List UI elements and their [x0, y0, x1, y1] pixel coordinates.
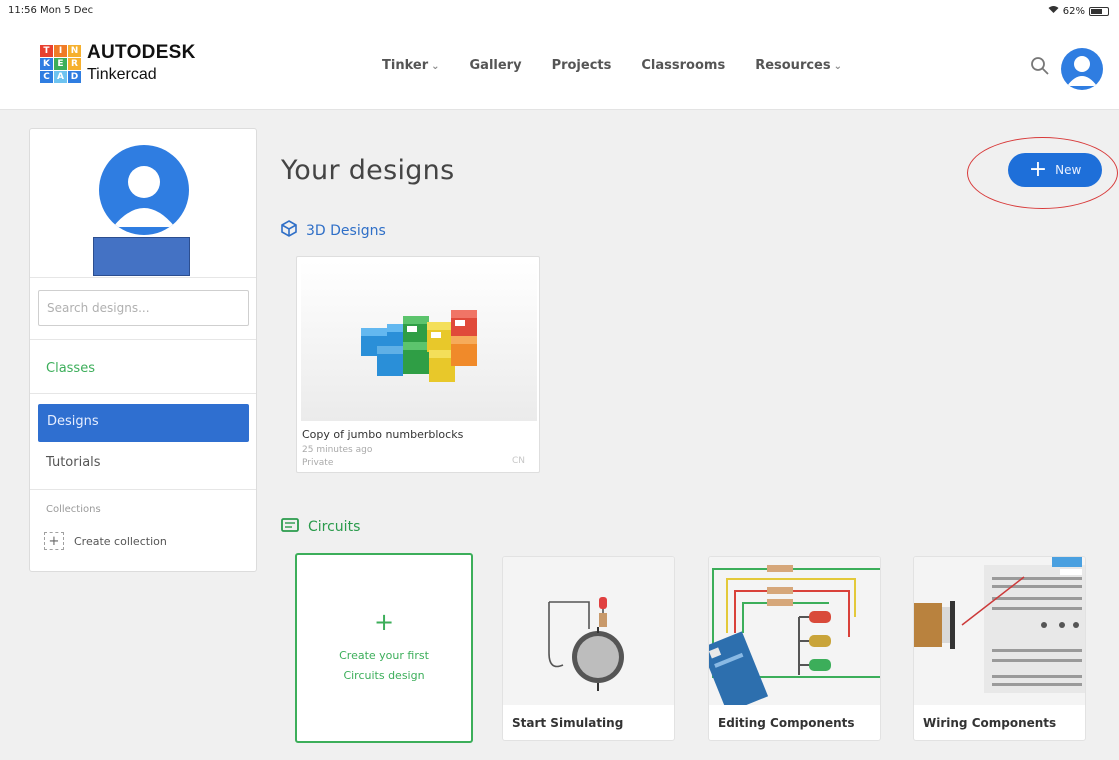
nav-item-label: Projects — [551, 58, 612, 73]
search-icon[interactable] — [1030, 56, 1052, 78]
plus-icon: + — [1028, 157, 1048, 182]
sidebar-divider — [30, 393, 256, 394]
main-nav-links: Tinker ⌄ Gallery Projects Classrooms Resource… — [382, 58, 842, 73]
battery-icon — [1089, 6, 1109, 16]
circuit-card-editing-components[interactable]: Editing Components — [708, 556, 881, 741]
status-bar: 11:56 Mon 5 Dec 62% — [0, 0, 1119, 22]
nav-item-tinker[interactable]: Tinker ⌄ — [382, 58, 440, 73]
create-circuit-line1: Create your first — [339, 649, 429, 662]
sidebar-divider — [30, 277, 256, 278]
create-collection-button[interactable]: + Create collection — [44, 532, 167, 550]
brand-wordmark[interactable]: AUTODESK Tinkercad — [87, 42, 196, 84]
circuit-thumbnail — [914, 557, 1085, 705]
new-button-label: New — [1055, 163, 1082, 177]
new-button[interactable]: + New — [1008, 153, 1102, 187]
battery-indicator: 62% — [1048, 5, 1109, 17]
circuit-card-start-simulating[interactable]: Start Simulating — [502, 556, 675, 741]
sidebar-divider — [30, 339, 256, 340]
nav-item-label: Resources — [755, 58, 831, 73]
chevron-down-icon: ⌄ — [833, 61, 843, 72]
logo-letter-tile: I — [54, 45, 67, 57]
tinkercad-logo[interactable]: TIN KER CAD — [40, 45, 81, 83]
redacted-username — [93, 237, 190, 276]
logo-letter-tile: K — [40, 58, 53, 70]
circuit-card-label: Editing Components — [718, 716, 855, 730]
design-privacy: Private — [302, 458, 334, 468]
section-circuits: Circuits — [281, 518, 360, 536]
sidebar-item-classes[interactable]: Classes — [46, 361, 95, 376]
brand-tinkercad: Tinkercad — [87, 66, 157, 83]
circuit-thumbnail — [503, 557, 674, 705]
sidebar-item-tutorials[interactable]: Tutorials — [46, 455, 101, 470]
design-badge: CN — [511, 456, 525, 466]
logo-letter-tile: A — [54, 71, 67, 83]
brand-autodesk: AUTODESK — [87, 42, 196, 63]
circuit-board-icon — [281, 518, 299, 536]
nav-item-classrooms[interactable]: Classrooms — [641, 58, 725, 73]
logo-letter-tile: T — [40, 45, 53, 57]
design-timestamp: 25 minutes ago — [302, 445, 373, 455]
collections-heading: Collections — [46, 504, 101, 515]
sidebar-divider — [30, 489, 256, 490]
wifi-icon — [1048, 5, 1059, 17]
logo-letter-tile: R — [68, 58, 81, 70]
circuit-card-label: Wiring Components — [923, 716, 1057, 730]
create-circuit-line2: Circuits design — [343, 669, 425, 682]
section-title: 3D Designs — [306, 222, 386, 239]
top-nav: TINKERCAD AUTODESK Tinkercad Tinker ⌄ Gall… — [0, 22, 1119, 110]
nav-item-label: Classrooms — [641, 58, 726, 73]
design-thumbnail — [301, 261, 537, 421]
logo-letter-tile: E — [54, 58, 67, 70]
plus-icon: + — [44, 532, 64, 550]
design-card[interactable]: Copy of jumbo numberblocks 25 minutes ag… — [296, 256, 540, 473]
nav-item-resources[interactable]: Resources ⌄ — [755, 58, 842, 73]
sidebar-item-designs[interactable]: Designs — [38, 404, 249, 442]
search-designs-input[interactable] — [38, 290, 249, 326]
circuit-card-label: Start Simulating — [512, 716, 624, 730]
plus-icon: + — [373, 608, 395, 636]
logo-letter-tile: D — [68, 71, 81, 83]
nav-item-label: Tinker — [382, 58, 429, 73]
chevron-down-icon: ⌄ — [431, 61, 440, 72]
battery-percent: 62% — [1062, 5, 1085, 17]
logo-letter-tile: C — [40, 71, 53, 83]
section-title: Circuits — [308, 519, 361, 535]
profile-avatar — [99, 145, 189, 235]
status-time: 11:56 Mon 5 Dec — [8, 5, 94, 16]
sidebar: Classes Designs Tutorials Collections + … — [29, 128, 257, 572]
circuit-thumbnail — [709, 557, 880, 713]
cube-icon — [281, 220, 297, 241]
section-3d-designs: 3D Designs — [281, 220, 386, 241]
nav-item-gallery[interactable]: Gallery — [470, 58, 522, 73]
nav-item-projects[interactable]: Projects — [552, 58, 612, 73]
circuit-card-wiring-components[interactable]: Wiring Components — [913, 556, 1086, 741]
logo-letter-tile: N — [68, 45, 81, 57]
nav-item-label: Gallery — [469, 58, 522, 73]
create-circuit-button[interactable]: + Create your first Circuits design — [295, 553, 473, 743]
user-avatar-icon[interactable] — [1061, 48, 1103, 90]
design-title: Copy of jumbo numberblocks — [302, 428, 464, 441]
create-collection-label: Create collection — [74, 534, 167, 548]
page-title: Your designs — [281, 155, 455, 186]
